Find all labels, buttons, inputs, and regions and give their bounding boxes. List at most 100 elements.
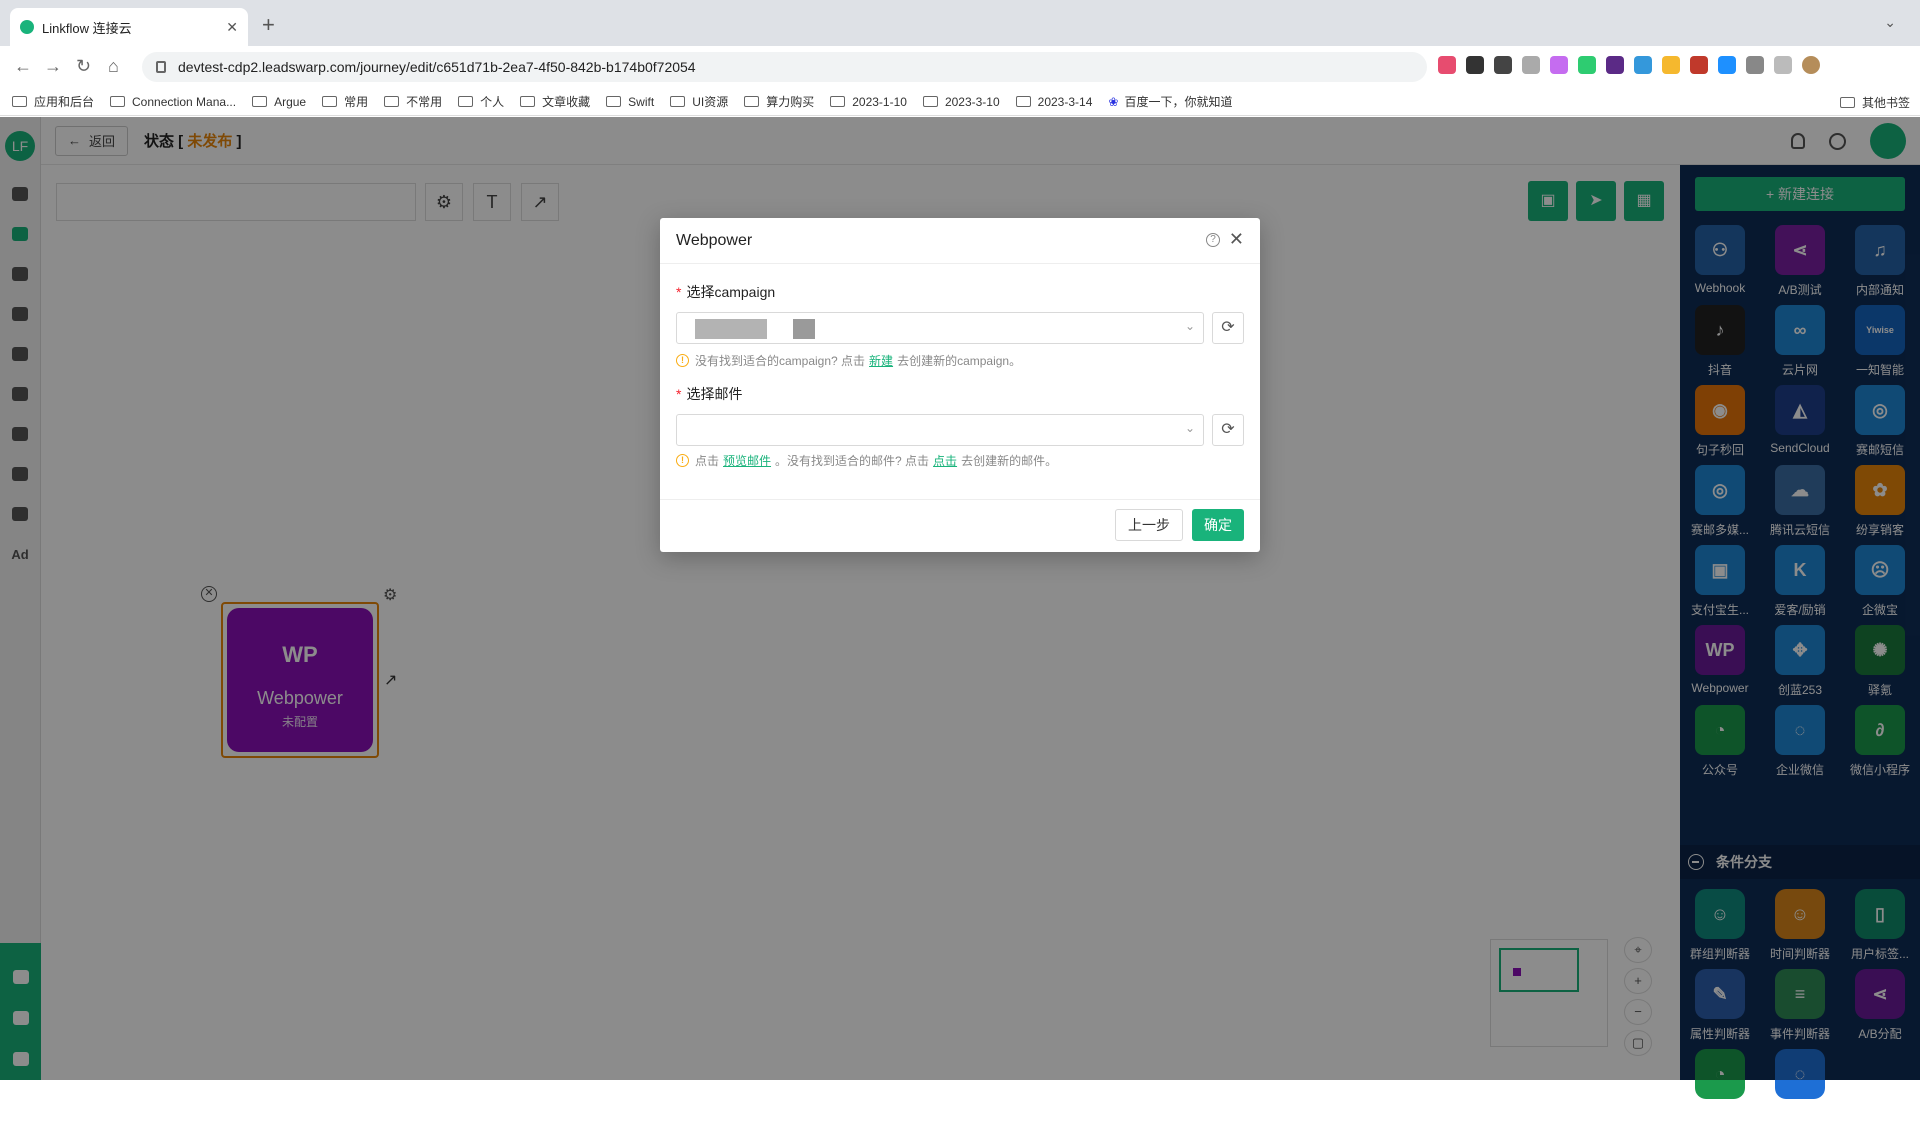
- folder-icon: [110, 96, 126, 107]
- extension-icon[interactable]: [1606, 56, 1624, 74]
- bookmark-item[interactable]: UI资源: [670, 93, 728, 110]
- folder-icon: [922, 96, 938, 107]
- forward-arrow-icon[interactable]: →: [44, 56, 62, 77]
- extension-icon[interactable]: [1718, 56, 1736, 74]
- bookmark-item[interactable]: Argue: [252, 95, 306, 109]
- home-icon[interactable]: ⌂: [108, 56, 119, 77]
- extension-icon[interactable]: [1466, 56, 1484, 74]
- hint-text: 点击: [695, 454, 720, 468]
- bookmark-label: Swift: [628, 94, 655, 109]
- campaign-select[interactable]: ⌄: [676, 312, 1204, 344]
- folder-icon: [830, 96, 846, 107]
- warning-icon: !: [676, 354, 689, 367]
- extension-icon[interactable]: [1494, 56, 1512, 74]
- bookmark-item[interactable]: 应用和后台: [12, 93, 94, 110]
- bookmark-item[interactable]: 个人: [458, 93, 504, 110]
- modal-header: Webpower ? ✕: [660, 218, 1260, 264]
- other-bookmarks[interactable]: 其他书签: [1839, 94, 1910, 111]
- hint-text: 没有找到适合的campaign? 点击: [695, 354, 866, 368]
- campaign-label-text: 选择campaign: [686, 284, 776, 300]
- extension-icon[interactable]: [1438, 56, 1456, 74]
- tab-title: Linkflow 连接云: [42, 20, 132, 36]
- folder-icon: [12, 96, 27, 107]
- create-campaign-link[interactable]: 新建: [869, 352, 893, 369]
- linkflow-favicon-icon: [20, 20, 34, 34]
- folder-icon: [744, 96, 760, 107]
- hint-text: 。没有找到适合的邮件? 点击: [775, 454, 930, 468]
- campaign-value-redacted: [695, 319, 767, 339]
- condition-label: 企微判断器: [1769, 1107, 1830, 1121]
- folder-icon: [252, 96, 268, 107]
- folder-icon: [322, 96, 338, 107]
- preview-mail-link[interactable]: 预览邮件: [723, 452, 771, 469]
- bookmark-label: 文章收藏: [542, 95, 591, 109]
- bookmark-item[interactable]: 常用: [322, 93, 368, 110]
- extension-icon[interactable]: [1634, 56, 1652, 74]
- extension-icons: [1438, 56, 1820, 74]
- bookmark-label: 2023-3-14: [1037, 94, 1093, 109]
- bookmark-label: Argue: [274, 94, 307, 109]
- new-tab-icon[interactable]: +: [262, 12, 275, 38]
- create-mail-link[interactable]: 点击: [933, 452, 957, 469]
- folder-icon: [458, 96, 474, 107]
- folder-icon: [520, 96, 536, 107]
- warning-icon: !: [676, 454, 689, 467]
- bookmarks-bar: 应用和后台 Connection Mana... Argue 常用 不常用 个人…: [0, 88, 1920, 116]
- tab-close-icon[interactable]: ✕: [226, 19, 238, 36]
- lock-icon: [156, 61, 166, 73]
- bookmark-label: 2023-3-10: [944, 94, 1000, 109]
- chevron-down-icon: ⌄: [1184, 421, 1195, 435]
- bookmark-item[interactable]: 2023-3-10: [922, 94, 1000, 109]
- refresh-mail-button[interactable]: ⟳: [1212, 414, 1244, 446]
- bookmark-label: 应用和后台: [34, 95, 95, 109]
- refresh-campaign-button[interactable]: ⟳: [1212, 312, 1244, 344]
- address-bar[interactable]: devtest-cdp2.leadswarp.com/journey/edit/…: [142, 52, 1427, 82]
- extension-icon[interactable]: [1550, 56, 1568, 74]
- bookmark-label: UI资源: [692, 95, 729, 109]
- bookmark-label: 常用: [344, 95, 369, 109]
- bookmark-item[interactable]: 算力购买: [744, 93, 814, 110]
- bookmark-label: 其他书签: [1861, 96, 1910, 110]
- browser-tabbar: Linkflow 连接云 ✕ + ⌄: [0, 0, 1920, 46]
- bookmark-item[interactable]: 2023-3-14: [1015, 94, 1093, 109]
- prev-step-button[interactable]: 上一步: [1115, 509, 1183, 541]
- mail-select[interactable]: ⌄: [676, 414, 1204, 446]
- campaign-label: * 选择campaign: [676, 284, 776, 300]
- browser-tab[interactable]: Linkflow 连接云 ✕: [10, 8, 248, 46]
- tab-search-icon[interactable]: ⌄: [1884, 14, 1896, 31]
- extension-icon[interactable]: [1522, 56, 1540, 74]
- extension-icon[interactable]: [1578, 56, 1596, 74]
- bookmark-label: 不常用: [406, 95, 443, 109]
- bookmark-item[interactable]: 不常用: [384, 93, 442, 110]
- folder-icon: [384, 96, 400, 107]
- profile-avatar[interactable]: [1802, 56, 1820, 74]
- extension-icon[interactable]: [1690, 56, 1708, 74]
- bookmark-label: 百度一下，你就知道: [1124, 95, 1233, 109]
- webpower-modal: Webpower ? ✕ * 选择campaign ⌄ ⟳ ! 没有找到适合的ca…: [660, 218, 1260, 552]
- close-icon[interactable]: ✕: [1229, 229, 1244, 250]
- reload-icon[interactable]: ↻: [76, 56, 91, 77]
- back-arrow-icon[interactable]: ←: [14, 56, 32, 77]
- modal-footer: 上一步 确定: [660, 499, 1260, 552]
- mail-label: * 选择邮件: [676, 386, 743, 402]
- campaign-hint: ! 没有找到适合的campaign? 点击 新建 去创建新的campaign。: [676, 352, 1021, 369]
- help-icon[interactable]: ?: [1206, 233, 1220, 247]
- bookmark-item[interactable]: 文章收藏: [520, 93, 590, 110]
- bookmark-item[interactable]: 2023-1-10: [830, 95, 907, 109]
- folder-icon: [670, 96, 686, 107]
- folder-icon: [1839, 97, 1855, 108]
- browser-toolbar: ← → ↻ ⌂ devtest-cdp2.leadswarp.com/journ…: [0, 46, 1920, 88]
- puzzle-icon[interactable]: [1746, 56, 1764, 74]
- bookmark-item[interactable]: ❀ 百度一下，你就知道: [1108, 93, 1232, 110]
- bookmark-item[interactable]: Connection Mana...: [110, 95, 236, 109]
- baidu-icon: ❀: [1108, 94, 1119, 109]
- bookmark-item[interactable]: Swift: [606, 95, 654, 109]
- mail-label-text: 选择邮件: [686, 386, 743, 402]
- chevron-down-icon: ⌄: [1184, 319, 1195, 333]
- extension-icon[interactable]: [1662, 56, 1680, 74]
- bookmark-label: 个人: [480, 95, 505, 109]
- modal-title: Webpower: [676, 231, 753, 249]
- url-text: devtest-cdp2.leadswarp.com/journey/edit/…: [178, 59, 696, 75]
- confirm-button[interactable]: 确定: [1192, 509, 1244, 541]
- sidepanel-icon[interactable]: [1774, 56, 1792, 74]
